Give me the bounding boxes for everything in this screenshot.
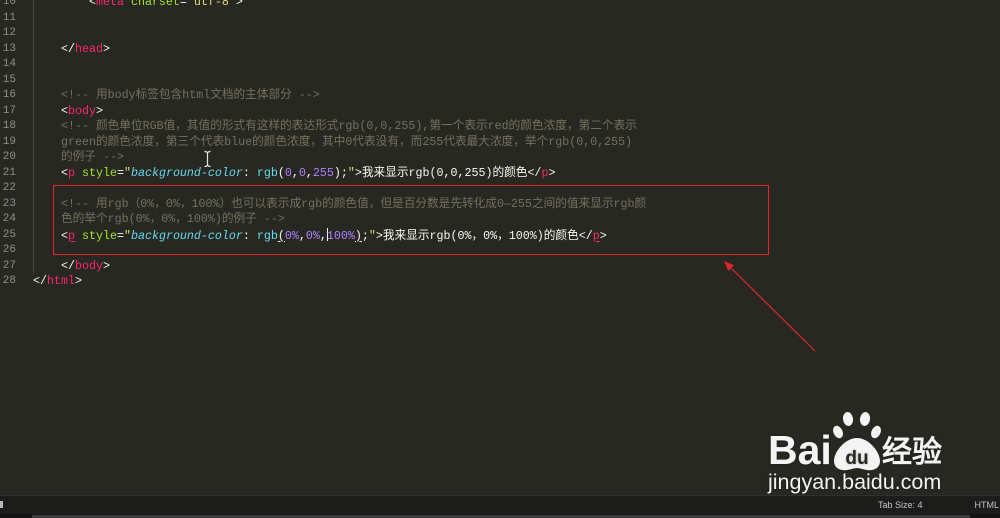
- code-token-tag: meta: [95, 0, 124, 9]
- code-token-tag: p: [67, 165, 75, 180]
- code-token-punctuation: :: [242, 165, 257, 180]
- code-line[interactable]: </body>: [33, 259, 993, 275]
- code-token-text: 我来显示rgb(0,0,255)的颜色: [361, 165, 528, 180]
- line-number: 11: [2, 11, 16, 24]
- code-line[interactable]: [33, 26, 993, 42]
- line-number: 21: [2, 166, 16, 179]
- code-line[interactable]: <body>: [33, 104, 993, 120]
- code-token-comment: <!-- 用body标签包含html文档的主体部分 -->: [33, 88, 320, 102]
- code-token-tag: html: [47, 274, 75, 288]
- code-token-comment: <!-- 颜色单位RGB值，其值的形式有这样的表达形式rgb(0,0,255),…: [33, 119, 637, 133]
- code-line[interactable]: <p style="background-color: rgb(0,0,255)…: [33, 166, 993, 182]
- code-token-string: "utf-8": [186, 0, 236, 9]
- code-token-string: ": [123, 165, 131, 180]
- code-line[interactable]: <!-- 颜色单位RGB值，其值的形式有这样的表达形式rgb(0,0,255),…: [33, 119, 993, 135]
- line-number: 13: [2, 42, 16, 55]
- code-line[interactable]: </html>: [33, 274, 993, 290]
- code-line[interactable]: [33, 57, 993, 73]
- code-token-punctuation: =: [179, 0, 187, 9]
- code-token-punctuation: (: [277, 165, 285, 180]
- code-token-punctuation: <: [33, 0, 96, 9]
- code-token-css-property: background-color: [130, 165, 243, 180]
- line-number: 26: [2, 244, 16, 256]
- code-token-comment: 的例子 -->: [33, 150, 124, 164]
- code-token-punctuation: >: [235, 0, 243, 9]
- code-token-attribute: charset: [123, 0, 180, 9]
- line-number: 24: [2, 213, 16, 225]
- code-token-punctuation: </: [33, 41, 75, 56]
- code-token-string: ": [347, 165, 355, 180]
- paw-logo-icon: du: [833, 412, 881, 471]
- code-token-number: 0: [298, 165, 306, 180]
- code-token-punctuation: <: [33, 103, 68, 118]
- line-number: 22: [2, 182, 16, 194]
- code-token-punctuation: >: [548, 165, 556, 180]
- line-number: 14: [2, 58, 16, 70]
- code-token-punctuation: </: [33, 274, 47, 288]
- line-number: 23: [2, 197, 16, 210]
- code-token-number: 0: [284, 165, 292, 180]
- code-token-tag: body: [74, 258, 103, 273]
- code-token-tag: body: [67, 103, 96, 118]
- code-token-punctuation: >: [95, 103, 103, 118]
- code-token-punctuation: >: [74, 274, 82, 288]
- code-line[interactable]: green的颜色浓度，第三个代表blue的颜色浓度，其中0代表没有，而255代表…: [33, 135, 993, 151]
- code-token-punctuation: <: [33, 165, 68, 180]
- mouse-ibeam-cursor-icon: [204, 150, 211, 168]
- code-line[interactable]: <meta charset="utf-8">: [33, 0, 993, 11]
- code-token-punctuation: ,: [291, 165, 299, 180]
- line-number: 25: [2, 228, 16, 241]
- line-number-gutter: 10 11 12 13 14 15 16 17 18 19 20 21 22 23 24 25 26 27 28: [0, 0, 16, 290]
- line-number: 27: [2, 259, 16, 272]
- code-line[interactable]: 的例子 -->: [33, 150, 993, 166]
- code-line[interactable]: [33, 11, 993, 27]
- code-token-punctuation: >: [354, 165, 362, 180]
- code-line[interactable]: [33, 73, 993, 89]
- baidu-jingyan-watermark: Bai du 经验 jingyan.baidu.com: [766, 408, 948, 494]
- code-token-attribute: style: [74, 165, 117, 180]
- line-number: 16: [2, 89, 16, 101]
- line-number: 18: [2, 120, 16, 132]
- code-line[interactable]: <!-- 用body标签包含html文档的主体部分 -->: [33, 88, 993, 104]
- code-token-punctuation: >: [102, 41, 110, 56]
- code-token-punctuation: </: [527, 165, 542, 180]
- line-number: 10: [2, 0, 16, 8]
- annotation-highlight-box: [53, 185, 769, 255]
- syntax-indicator[interactable]: HTML: [975, 496, 1000, 514]
- code-token-number: 255: [312, 165, 334, 180]
- line-number: 17: [2, 104, 16, 117]
- line-number: 20: [2, 151, 16, 163]
- code-token-punctuation: ,: [305, 165, 313, 180]
- code-token-punctuation: </: [33, 258, 75, 273]
- code-token-comment: green的颜色浓度，第三个代表blue的颜色浓度，其中0代表没有，而255代表…: [33, 134, 633, 149]
- watermark-logo-du: du: [845, 448, 868, 469]
- panel-switcher-icon[interactable]: [0, 501, 3, 508]
- watermark-site-url: jingyan.baidu.com: [768, 470, 942, 494]
- line-number: 15: [2, 73, 16, 86]
- watermark-logo-bai: Bai: [768, 427, 832, 473]
- code-token-tag: head: [74, 41, 103, 56]
- status-bar: Tab Size: 4 HTML: [0, 495, 1000, 514]
- code-token-punctuation: =: [116, 165, 124, 180]
- code-line[interactable]: </head>: [33, 42, 993, 58]
- horizontal-scrollbar[interactable]: [0, 514, 1000, 518]
- code-token-css-function: rgb: [256, 165, 278, 180]
- tab-size-indicator[interactable]: Tab Size: 4: [878, 496, 923, 514]
- line-number: 28: [2, 275, 16, 287]
- watermark-logo-jingyan: 经验: [882, 435, 942, 470]
- code-token-punctuation: );: [333, 165, 348, 180]
- code-token-punctuation: >: [102, 258, 110, 273]
- line-number: 12: [2, 27, 16, 39]
- line-number: 19: [2, 135, 16, 148]
